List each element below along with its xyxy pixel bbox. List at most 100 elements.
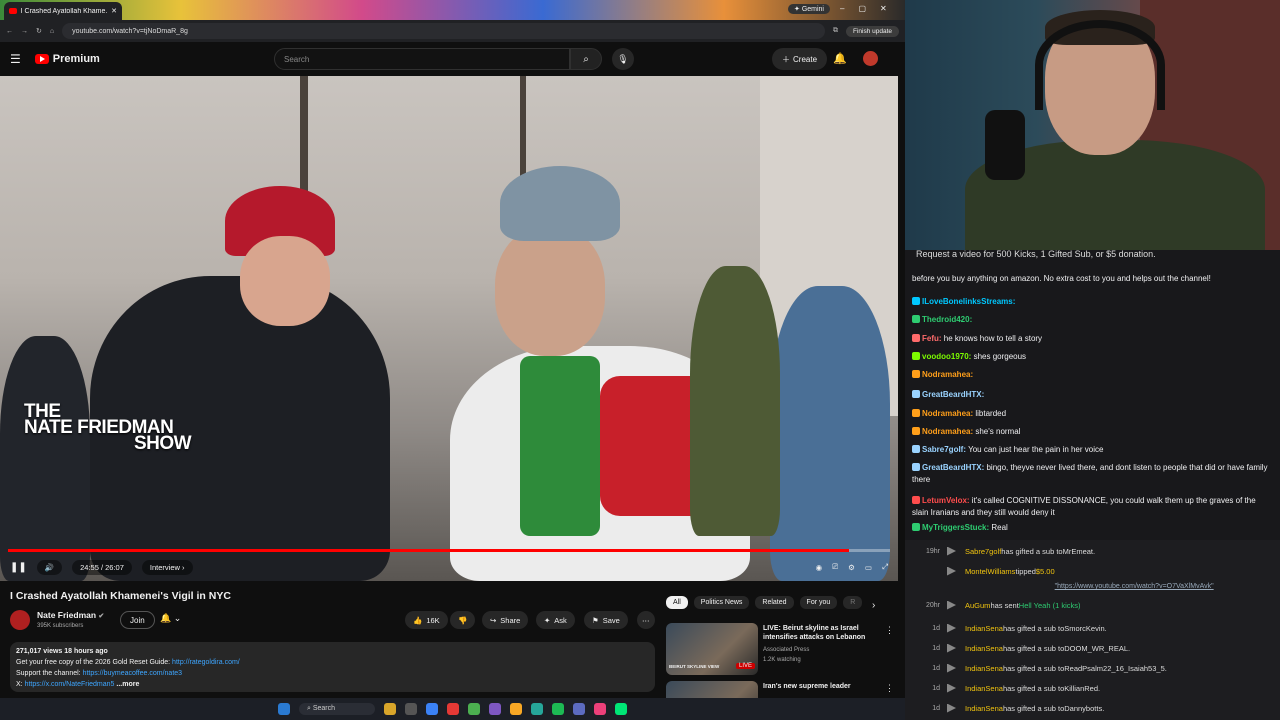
url-field[interactable]: youtube.com/watch?v=tjNoDmaR_8g [62, 23, 825, 39]
more-icon[interactable]: ⋮ [885, 625, 894, 636]
chip[interactable]: For you [799, 596, 838, 609]
recommendation-item[interactable]: LIVE BEIRUT SKYLINE VIEW LIVE: Beirut sk… [666, 623, 902, 675]
chat-username[interactable]: Nodramahea: [922, 409, 973, 418]
chat-username[interactable]: GreatBeardHTX: [922, 390, 984, 399]
taskbar-app-icon[interactable] [405, 703, 418, 715]
like-button[interactable]: 👍 16K [405, 611, 448, 629]
taskbar-app-icon[interactable] [552, 703, 565, 715]
chip[interactable]: R [843, 596, 863, 609]
video-progress-bar[interactable] [8, 549, 890, 552]
video-player[interactable] [0, 76, 898, 581]
event-user[interactable]: Sabre7golf [965, 547, 1001, 556]
taskbar-app-icon[interactable] [510, 703, 523, 715]
settings-icon[interactable]: ⚙ [848, 563, 855, 572]
chat-username[interactable]: Nodramahea: [922, 427, 973, 436]
minimize-icon[interactable]: – [840, 4, 844, 13]
chip[interactable]: All [666, 596, 688, 609]
event-user[interactable]: IndianSena [965, 704, 1003, 713]
description-link[interactable]: https://buymeacoffee.com/nate3 [83, 670, 183, 677]
save-label: Save [602, 615, 620, 625]
captions-icon[interactable]: ⎚ [832, 562, 838, 572]
extensions-icon[interactable]: ⧉ [833, 27, 838, 35]
taskbar-app-icon[interactable] [531, 703, 544, 715]
chat-message: GreatBeardHTX: bingo, theyve never lived… [912, 462, 1272, 486]
windows-taskbar: ⌕ Search [0, 698, 905, 720]
chat-username[interactable]: GreatBeardHTX: [922, 463, 984, 472]
search-button[interactable]: ⌕ [570, 48, 602, 70]
channel-name[interactable]: Nate Friedman ✔ [37, 610, 104, 620]
chip[interactable]: Politics News [693, 596, 750, 609]
taskbar-app-icon[interactable] [468, 703, 481, 715]
share-icon: ↪ [490, 615, 497, 625]
taskbar-app-icon[interactable] [426, 703, 439, 715]
taskbar-app-icon[interactable] [447, 703, 460, 715]
chat-username[interactable]: Fefu: [922, 334, 942, 343]
fullscreen-icon[interactable]: ⤢ [882, 562, 888, 572]
description-link[interactable]: https://x.com/NateFriedman5 [25, 681, 115, 688]
chat-username[interactable]: Thedroid420: [922, 315, 972, 324]
reload-icon[interactable]: ↻ [36, 27, 42, 35]
chat-username[interactable]: LetumVelox: [922, 496, 970, 505]
more-button[interactable]: ⋯ [637, 611, 655, 629]
avatar[interactable] [863, 51, 878, 66]
chat-username[interactable]: Nodramahea: [922, 370, 973, 379]
description-box[interactable]: 271,017 views 18 hours ago Get your free… [10, 642, 655, 692]
ask-button[interactable]: ✦ Ask [536, 611, 575, 629]
recommendation-item[interactable]: Iran's new supreme leader ⋮ [666, 681, 902, 698]
mic-button[interactable]: 🎙 [612, 48, 634, 70]
channel-avatar[interactable] [10, 610, 30, 630]
notifications-icon[interactable]: 🔔 [833, 52, 847, 65]
chat-message: LetumVelox: it's called COGNITIVE DISSON… [912, 495, 1272, 519]
chat-username[interactable]: MyTriggersStuck: [922, 523, 989, 532]
back-icon[interactable]: ← [6, 28, 13, 35]
taskbar-app-icon[interactable] [594, 703, 607, 715]
menu-icon[interactable]: ☰ [10, 52, 21, 66]
subscribe-bell-button[interactable]: 🔔 ⌄ [160, 613, 181, 624]
event-user[interactable]: IndianSena [965, 664, 1003, 673]
chapter-button[interactable]: Interview › [141, 559, 193, 575]
gemini-button[interactable]: ✦ Gemini [788, 4, 830, 14]
taskbar-search[interactable]: ⌕ Search [298, 703, 376, 715]
event-user[interactable]: IndianSena [965, 624, 1003, 633]
window-close-icon[interactable]: ✕ [880, 4, 887, 13]
save-button[interactable]: ⚑ Save [584, 611, 628, 629]
pause-icon[interactable]: ❚❚ [10, 562, 27, 573]
description-link[interactable]: http://rategoldira.com/ [172, 659, 240, 666]
more-icon[interactable]: ⋮ [885, 683, 894, 694]
taskbar-app-icon[interactable] [384, 703, 397, 715]
maximize-icon[interactable]: ▢ [858, 4, 866, 13]
create-button[interactable]: ＋ Create [772, 48, 828, 70]
close-icon[interactable]: ✕ [111, 7, 117, 15]
event-link[interactable]: "https://www.youtube.com/watch?v=O7VaXlM… [1055, 583, 1214, 590]
chip[interactable]: Related [755, 596, 794, 609]
finish-update-button[interactable]: Finish update [845, 25, 899, 37]
autoplay-icon[interactable]: ◉ [816, 563, 823, 572]
taskbar-app-icon[interactable] [615, 703, 628, 715]
event-time: 1d [932, 664, 940, 672]
miniplayer-icon[interactable]: ▭ [865, 563, 872, 572]
share-button[interactable]: ↪ Share [482, 611, 529, 629]
chat-username[interactable]: ILoveBonelinksStreams: [922, 297, 1015, 306]
youtube-logo[interactable]: Premium [34, 53, 100, 65]
join-button[interactable]: Join [120, 611, 155, 629]
event-user[interactable]: IndianSena [965, 644, 1003, 653]
taskbar-app-icon[interactable] [573, 703, 586, 715]
volume-icon[interactable]: 🔊 [36, 559, 63, 575]
event-user[interactable]: IndianSena [965, 684, 1003, 693]
search-input[interactable]: Search [274, 48, 570, 70]
browser-tab[interactable]: I Crashed Ayatollah Khame... ✕ [4, 2, 122, 20]
chips-next-icon[interactable]: › [872, 600, 875, 611]
chat-username[interactable]: voodoo1970: [922, 352, 971, 361]
event-user[interactable]: AuGum [965, 601, 990, 610]
event-user[interactable]: MontelWilliams [965, 567, 1015, 576]
taskbar-app-icon[interactable] [489, 703, 502, 715]
forward-icon[interactable]: → [21, 28, 28, 35]
event-text: has gifted a sub to [1002, 703, 1065, 713]
chat-username[interactable]: Sabre7golf: [922, 445, 966, 454]
event-row: 1d IndianSena has gifted a sub to DOOM_WR… [910, 638, 1278, 658]
dislike-button[interactable]: 👎 [450, 611, 476, 629]
home-icon[interactable]: ⌂ [50, 28, 54, 35]
more-link[interactable]: ...more [116, 681, 139, 688]
event-text: has gifted a sub to [1002, 683, 1065, 693]
windows-start-icon[interactable] [277, 703, 290, 715]
